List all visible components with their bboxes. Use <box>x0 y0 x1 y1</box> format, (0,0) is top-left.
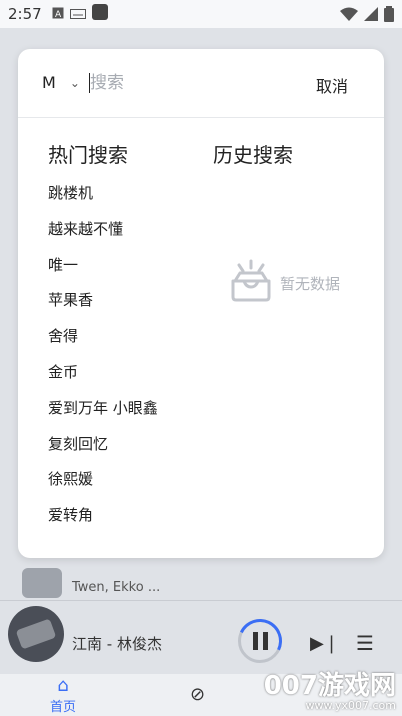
search-type-select[interactable]: M ⌄ <box>42 73 80 92</box>
watermark: 007游戏网 www.yx007.com <box>264 672 396 712</box>
player-song-title: 江南 - 林俊杰 <box>72 635 162 653</box>
status-time: 2:57 <box>8 5 42 23</box>
hot-search-item[interactable]: 金币 <box>48 360 158 396</box>
album-cover[interactable] <box>8 606 64 662</box>
hot-search-item[interactable]: 跳楼机 <box>48 181 158 217</box>
background-song-thumbnail <box>22 568 62 598</box>
compass-icon[interactable]: ⊘ <box>190 684 205 705</box>
hot-search-item[interactable]: 爱转角 <box>48 503 158 539</box>
hot-search-item[interactable]: 徐熙媛 <box>48 467 158 503</box>
background-song-subtitle: Twen, Ekko ... <box>72 580 161 595</box>
home-icon: ⌂ <box>57 675 69 696</box>
battery-icon <box>384 6 394 26</box>
keyboard-icon <box>69 5 86 23</box>
status-bar: 2:57 A <box>0 0 402 28</box>
hot-search-list: 跳楼机 越来越不懂 唯一 苹果香 舍得 金币 爱到万年 小眼鑫 复刻回忆 徐熙媛… <box>48 181 158 539</box>
watermark-main: 007游戏网 <box>263 671 396 701</box>
search-row: M ⌄ 取消 <box>18 49 384 118</box>
search-input[interactable] <box>90 67 280 99</box>
watermark-url: www.yx007.com <box>305 699 396 712</box>
hot-search-item[interactable]: 复刻回忆 <box>48 432 158 468</box>
hot-search-item[interactable]: 越来越不懂 <box>48 217 158 253</box>
tab-home-label: 首页 <box>50 700 77 715</box>
hot-search-item[interactable]: 爱到万年 小眼鑫 <box>48 396 158 432</box>
hot-search-item[interactable]: 苹果香 <box>48 288 158 324</box>
history-search-title: 历史搜索 <box>213 143 293 167</box>
progress-ring <box>231 612 289 670</box>
playlist-icon[interactable]: ☰ <box>356 631 374 655</box>
history-empty-state: 暂无数据 <box>228 259 340 307</box>
mini-player[interactable]: 江南 - 林俊杰 ▶❘ ☰ <box>0 600 402 675</box>
app-square-icon <box>91 4 108 24</box>
search-type-value: M <box>42 73 56 92</box>
notification-a-icon: A <box>52 5 64 23</box>
chevron-down-icon: ⌄ <box>69 75 80 90</box>
history-empty-text: 暂无数据 <box>280 274 341 293</box>
hot-search-item[interactable]: 舍得 <box>48 324 158 360</box>
svg-text:A: A <box>55 10 62 19</box>
tab-home[interactable]: ⌂ 首页 <box>50 675 77 716</box>
next-track-icon[interactable]: ▶❘ <box>310 633 339 654</box>
empty-inbox-icon <box>228 259 274 307</box>
signal-icon <box>364 7 378 25</box>
hot-search-title: 热门搜索 <box>48 143 128 167</box>
cancel-button[interactable]: 取消 <box>316 73 348 97</box>
wifi-icon <box>340 7 358 25</box>
hot-search-item[interactable]: 唯一 <box>48 253 158 289</box>
search-dialog: M ⌄ 取消 热门搜索 历史搜索 跳楼机 越来越不懂 唯一 苹果香 舍得 金币 … <box>18 49 384 558</box>
